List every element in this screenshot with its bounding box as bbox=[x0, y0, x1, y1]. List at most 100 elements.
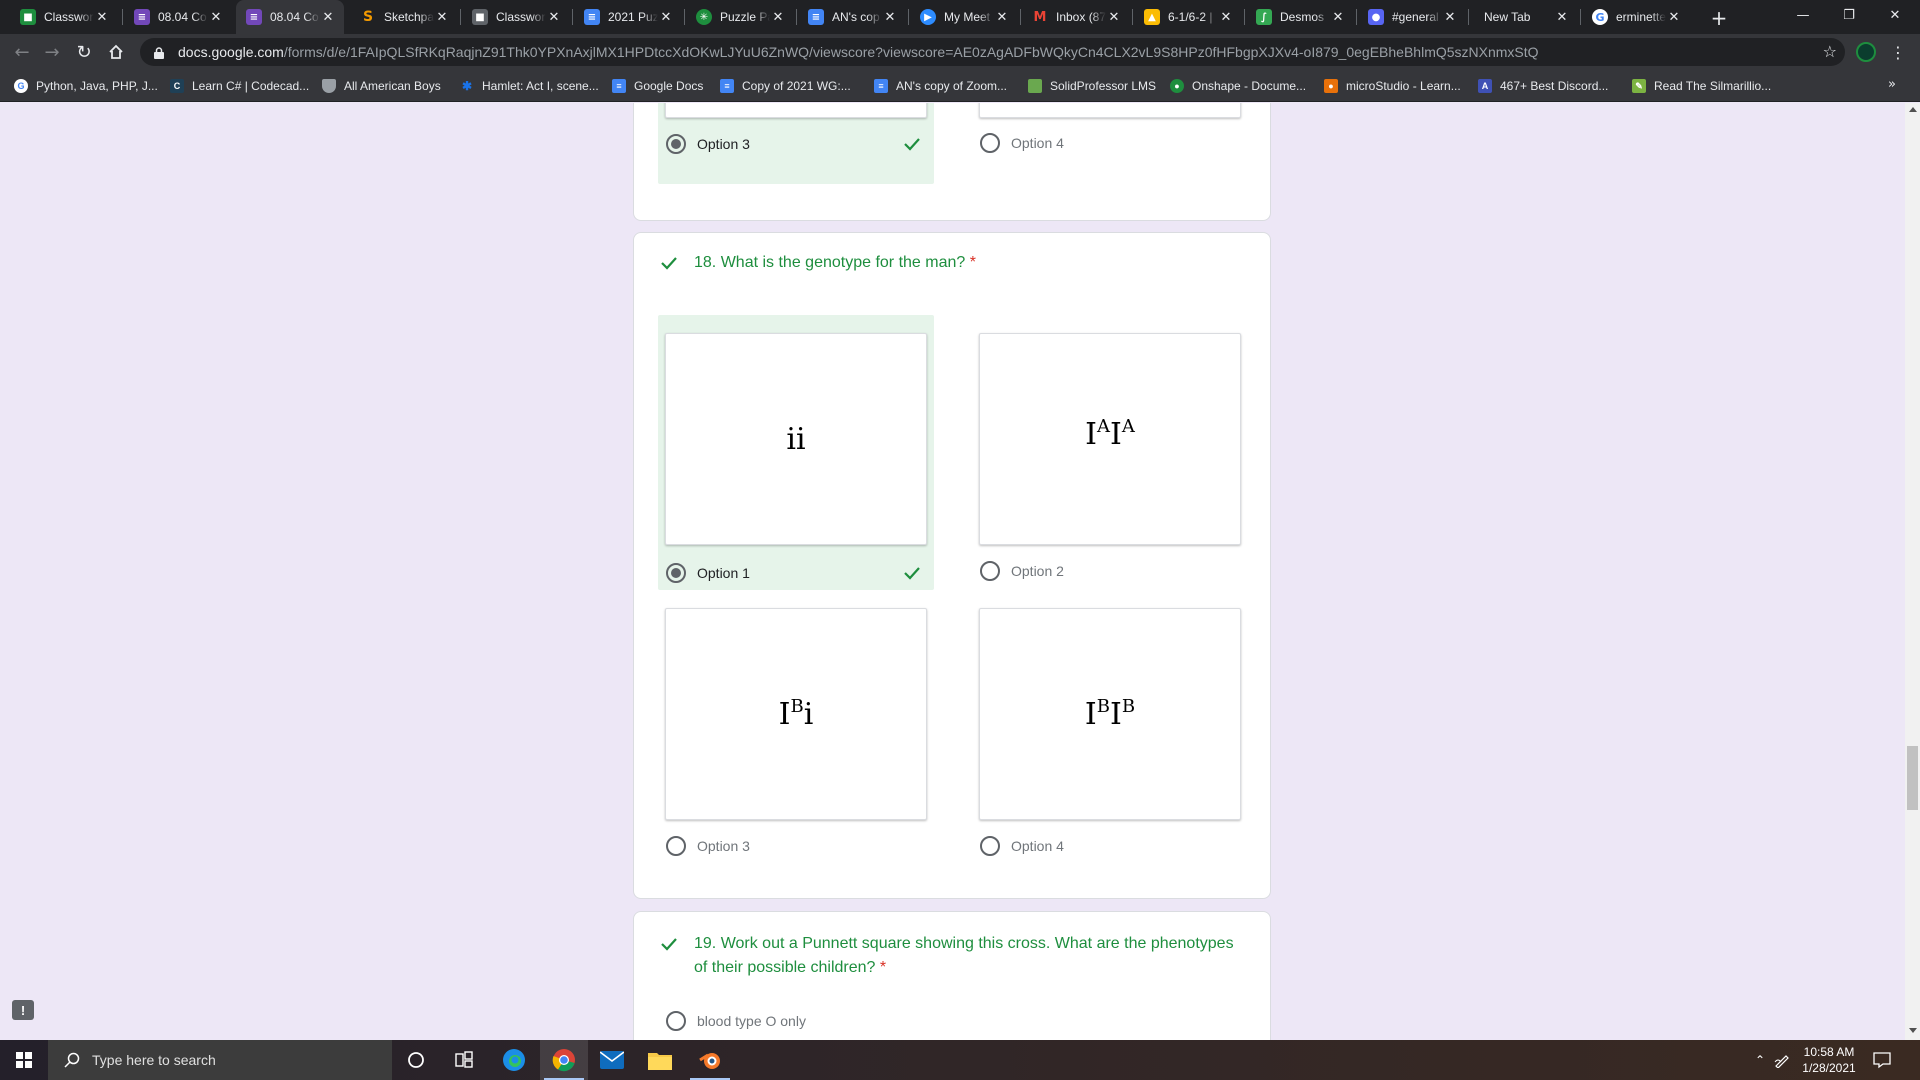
address-bar[interactable]: docs.google.com/forms/d/e/1FAIpQLSfRKqRa… bbox=[140, 38, 1845, 66]
question-card-18: 18. What is the genotype for the man? * … bbox=[633, 232, 1271, 899]
tab-inbox[interactable]: M Inbox (87 ✕ bbox=[1022, 0, 1130, 34]
close-icon[interactable]: ✕ bbox=[434, 9, 450, 25]
tab-new-tab[interactable]: New Tab ✕ bbox=[1470, 0, 1578, 34]
close-icon[interactable]: ✕ bbox=[320, 9, 336, 25]
bookmark-item[interactable]: C Learn C# | Codecad... bbox=[170, 77, 309, 95]
search-placeholder: Type here to search bbox=[92, 1052, 216, 1068]
bookmark-item[interactable]: ● microStudio - Learn... bbox=[1324, 77, 1461, 95]
profile-avatar[interactable] bbox=[1856, 42, 1876, 62]
close-icon[interactable]: ✕ bbox=[1666, 9, 1682, 25]
genotype-label: ii bbox=[786, 422, 805, 457]
tab-puzzle-doc[interactable]: ≡ 2021 Puz ✕ bbox=[574, 0, 682, 34]
radio-blood-type-o[interactable] bbox=[666, 1011, 686, 1031]
close-icon[interactable]: ✕ bbox=[1330, 9, 1346, 25]
tab-title: Classwork bbox=[496, 10, 546, 24]
tab-drive[interactable]: ▲ 6-1/6-2 | ✕ bbox=[1134, 0, 1242, 34]
taskbar-search-box[interactable]: Type here to search bbox=[48, 1040, 392, 1080]
radio-option-1[interactable] bbox=[666, 563, 686, 583]
tab-my-meet[interactable]: ▶ My Meet ✕ bbox=[910, 0, 1018, 34]
docs-icon: ≡ bbox=[808, 9, 824, 25]
bookmark-item[interactable]: All American Boys bbox=[322, 77, 441, 95]
bookmark-item[interactable]: SolidProfessor LMS bbox=[1028, 77, 1156, 95]
report-feedback-icon[interactable]: ! bbox=[12, 1000, 34, 1020]
scrollbar-thumb[interactable] bbox=[1907, 746, 1918, 810]
bookmark-item[interactable]: ≡ Copy of 2021 WG:... bbox=[720, 77, 851, 95]
option-2-image[interactable]: IAIA bbox=[979, 333, 1241, 545]
option-4-image[interactable]: IBIB bbox=[979, 608, 1241, 820]
radio-option-3[interactable] bbox=[666, 836, 686, 856]
option-label: Option 3 bbox=[697, 136, 750, 152]
notification-center-icon[interactable] bbox=[1872, 1050, 1892, 1070]
restore-icon[interactable]: ❐ bbox=[1826, 0, 1872, 30]
allele-superscript: B bbox=[1096, 696, 1110, 717]
tab-sketchpad[interactable]: S Sketchpad ✕ bbox=[350, 0, 458, 34]
close-icon[interactable]: ✕ bbox=[208, 9, 224, 25]
tab-forms-1[interactable]: ≡ 08.04 Co ✕ bbox=[124, 0, 232, 34]
tab-desmos[interactable]: ∫ Desmos ✕ bbox=[1246, 0, 1354, 34]
tab-puzzle-pa[interactable]: ✳ Puzzle Pa ✕ bbox=[686, 0, 794, 34]
forward-arrow-icon[interactable]: → bbox=[38, 38, 66, 66]
window-close-icon[interactable]: ✕ bbox=[1872, 0, 1918, 30]
scroll-up-arrow-icon[interactable] bbox=[1909, 107, 1917, 112]
bookmark-item[interactable]: G Python, Java, PHP, J... bbox=[14, 77, 158, 95]
radio-option-2[interactable] bbox=[980, 561, 1000, 581]
windows-start-icon[interactable] bbox=[0, 1040, 48, 1080]
tab-classwork-1[interactable]: ■ Classwork ✕ bbox=[10, 0, 118, 34]
docs-icon: ≡ bbox=[612, 79, 626, 93]
bookmark-item[interactable]: ● Onshape - Docume... bbox=[1170, 77, 1306, 95]
scroll-down-arrow-icon[interactable] bbox=[1909, 1028, 1917, 1033]
cortana-icon[interactable] bbox=[392, 1040, 440, 1080]
option-1-image[interactable]: ii bbox=[665, 333, 927, 545]
tab-title: Sketchpad bbox=[384, 10, 434, 24]
blender-icon[interactable] bbox=[686, 1040, 734, 1080]
tab-title: My Meet bbox=[944, 10, 991, 24]
new-tab-plus-icon[interactable]: + bbox=[1706, 5, 1732, 31]
bookmark-item[interactable]: ✎ Read The Silmarillio... bbox=[1632, 77, 1771, 95]
bookmark-item[interactable]: ≡ AN's copy of Zoom... bbox=[874, 77, 1007, 95]
bookmark-item[interactable]: ≡ Google Docs bbox=[612, 77, 703, 95]
radio-option-4[interactable] bbox=[980, 836, 1000, 856]
bookmark-item[interactable]: ✱ Hamlet: Act I, scene... bbox=[460, 77, 599, 95]
system-clock[interactable]: 10:58 AM 1/28/2021 bbox=[1792, 1044, 1866, 1076]
option-3-image[interactable]: IBi bbox=[665, 608, 927, 820]
close-icon[interactable]: ✕ bbox=[994, 9, 1010, 25]
required-asterisk: * bbox=[879, 959, 887, 976]
close-icon[interactable]: ✕ bbox=[94, 9, 110, 25]
task-view-icon[interactable] bbox=[440, 1040, 488, 1080]
close-icon[interactable]: ✕ bbox=[1554, 9, 1570, 25]
tab-classwork-2[interactable]: ■ Classwork ✕ bbox=[462, 0, 570, 34]
search-icon bbox=[64, 1052, 80, 1068]
page-scrollbar[interactable] bbox=[1905, 103, 1920, 1040]
file-explorer-icon[interactable] bbox=[636, 1040, 684, 1080]
tray-overflow-chevron-icon[interactable]: ⌃ bbox=[1750, 1040, 1770, 1080]
tab-divider bbox=[1580, 9, 1581, 25]
close-icon[interactable]: ✕ bbox=[1106, 9, 1122, 25]
reload-icon[interactable]: ↻ bbox=[70, 38, 98, 66]
edge-icon[interactable] bbox=[490, 1040, 538, 1080]
back-arrow-icon[interactable]: ← bbox=[8, 38, 36, 66]
close-icon[interactable]: ✕ bbox=[770, 9, 786, 25]
close-icon[interactable]: ✕ bbox=[546, 9, 562, 25]
pen-workspace-icon[interactable] bbox=[1772, 1040, 1792, 1080]
radio-option-4[interactable] bbox=[980, 133, 1000, 153]
tab-forms-active[interactable]: ≡ 08.04 Co ✕ bbox=[236, 0, 344, 34]
tab-discord[interactable]: ● #general ✕ bbox=[1358, 0, 1466, 34]
kebab-menu-icon[interactable]: ⋮ bbox=[1888, 42, 1908, 62]
minimize-icon[interactable]: — bbox=[1780, 0, 1826, 30]
chrome-icon[interactable] bbox=[540, 1040, 588, 1080]
tab-title: New Tab bbox=[1484, 10, 1531, 24]
close-icon[interactable]: ✕ bbox=[658, 9, 674, 25]
close-icon[interactable]: ✕ bbox=[1442, 9, 1458, 25]
bookmark-item[interactable]: A 467+ Best Discord... bbox=[1478, 77, 1608, 95]
tab-ans-copy[interactable]: ≡ AN's cop ✕ bbox=[798, 0, 906, 34]
tab-google-search[interactable]: G erminette ✕ bbox=[1582, 0, 1690, 34]
bookmark-label: microStudio - Learn... bbox=[1346, 79, 1461, 93]
bookmark-label: Hamlet: Act I, scene... bbox=[482, 79, 599, 93]
mail-icon[interactable] bbox=[588, 1040, 636, 1080]
close-icon[interactable]: ✕ bbox=[882, 9, 898, 25]
bookmark-star-icon[interactable]: ☆ bbox=[1823, 42, 1837, 61]
close-icon[interactable]: ✕ bbox=[1218, 9, 1234, 25]
bookmarks-overflow-icon[interactable]: » bbox=[1888, 77, 1896, 92]
home-icon[interactable] bbox=[102, 38, 130, 66]
radio-option-3[interactable] bbox=[666, 134, 686, 154]
